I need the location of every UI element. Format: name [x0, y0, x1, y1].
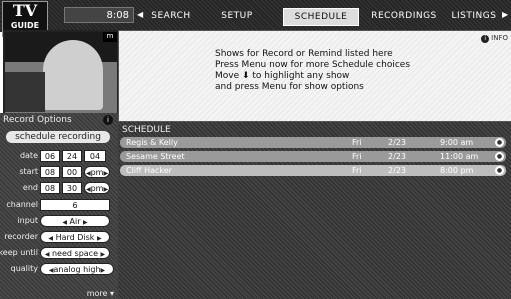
recorder-label: recorder	[4, 232, 38, 241]
show-title: Regis & Kelly	[126, 138, 178, 147]
show-date: 2/23	[388, 166, 406, 175]
show-date: 2/23	[388, 152, 406, 161]
end-row: end 08 30 ◀pm▶	[0, 182, 118, 196]
end-ampm-select[interactable]: ◀pm▶	[84, 182, 110, 194]
show-day: Fri	[352, 166, 362, 175]
record-options-panel: Record Options i schedule recording date…	[0, 113, 118, 299]
quality-label: quality	[10, 264, 38, 273]
tab-search[interactable]: SEARCH	[146, 8, 196, 24]
record-status-icon: ●	[495, 166, 504, 175]
end-label: end	[22, 183, 38, 192]
schedule-panel: SCHEDULE Regis & Kelly Fri 2/23 9:00 am …	[118, 122, 511, 299]
quality-value: analog high	[53, 265, 101, 274]
keep-until-label: keep until	[0, 248, 38, 257]
record-status-icon: ●	[495, 138, 504, 147]
tv-guide-screen: TV GUIDE 8:08 ◀ SEARCH SETUP SCHEDULE RE…	[0, 0, 511, 299]
schedule-row[interactable]: Cliff Hacker Fri 2/23 8:00 pm ●	[120, 165, 506, 176]
end-hour-field[interactable]: 08	[40, 182, 60, 194]
info-line: Press Menu now for more Schedule choices	[215, 60, 411, 70]
end-ampm-value: pm	[90, 184, 104, 193]
chevron-right-icon: ▶	[100, 267, 106, 274]
date-day-field[interactable]: 24	[62, 150, 82, 162]
top-nav-bar: TV GUIDE 8:08 ◀ SEARCH SETUP SCHEDULE RE…	[0, 0, 511, 37]
info-line: Move ⬇ to highlight any show	[215, 71, 350, 81]
start-label: start	[19, 167, 38, 176]
preview-corner-tag: m	[103, 32, 117, 42]
input-label: input	[17, 216, 38, 225]
quality-select[interactable]: ◀analog high▶	[40, 263, 114, 275]
tab-setup[interactable]: SETUP	[212, 8, 262, 24]
input-select[interactable]: ◀ Air ▶	[40, 215, 110, 227]
logo-guide-text: GUIDE	[10, 21, 40, 30]
keep-until-select[interactable]: ◀ need space ▶	[40, 247, 110, 259]
channel-label: channel	[6, 200, 38, 209]
show-title: Cliff Hacker	[126, 166, 172, 175]
recorder-select[interactable]: ◀ Hard Disk ▶	[40, 231, 110, 243]
date-month-field[interactable]: 06	[40, 150, 60, 162]
tab-right-arrow-icon[interactable]: ▶	[502, 10, 508, 19]
start-hour-field[interactable]: 08	[40, 166, 60, 178]
record-options-title: Record Options	[3, 115, 72, 125]
show-date: 2/23	[388, 138, 406, 147]
info-panel: i INFO Shows for Record or Remind listed …	[118, 30, 511, 122]
preview-person-image	[43, 40, 103, 110]
schedule-row[interactable]: Sesame Street Fri 2/23 11:00 am ●	[120, 151, 506, 162]
record-status-icon: ●	[495, 152, 504, 161]
schedule-title: SCHEDULE	[122, 125, 171, 135]
show-time: 9:00 am	[440, 138, 474, 147]
video-preview: m	[3, 30, 119, 115]
channel-row: channel 6	[0, 199, 118, 213]
keep-until-row: keep until ◀ need space ▶	[0, 247, 118, 261]
recorder-value: Hard Disk	[55, 233, 95, 242]
schedule-row[interactable]: Regis & Kelly Fri 2/23 9:00 am ●	[120, 137, 506, 148]
show-time: 11:00 am	[440, 152, 479, 161]
chevron-right-icon: ▶	[100, 251, 106, 258]
show-day: Fri	[352, 138, 362, 147]
chevron-right-icon: ▶	[83, 219, 88, 226]
chevron-left-icon: ◀	[48, 235, 54, 242]
start-ampm-select[interactable]: ◀pm▶	[84, 166, 110, 178]
clock-display: 8:08	[64, 7, 134, 23]
channel-field[interactable]: 6	[40, 199, 110, 211]
record-options-info-icon[interactable]: i	[103, 115, 113, 125]
start-row: start 08 00 ◀pm▶	[0, 166, 118, 180]
chevron-right-icon: ▶	[96, 235, 102, 242]
schedule-recording-button[interactable]: schedule recording	[6, 131, 110, 143]
tab-left-arrow-icon[interactable]: ◀	[137, 10, 143, 19]
more-button[interactable]: more ▾	[87, 289, 114, 298]
info-badge-label: INFO	[491, 34, 508, 42]
date-year-field[interactable]: 04	[84, 150, 106, 162]
info-line: Shows for Record or Remind listed here	[215, 49, 393, 59]
show-title: Sesame Street	[126, 152, 185, 161]
recorder-row: recorder ◀ Hard Disk ▶	[0, 231, 118, 245]
tab-listings[interactable]: LISTINGS	[448, 8, 500, 24]
start-minute-field[interactable]: 00	[62, 166, 82, 178]
start-ampm-value: pm	[90, 168, 104, 177]
chevron-left-icon: ◀	[62, 219, 67, 226]
show-day: Fri	[352, 152, 362, 161]
input-value: Air	[69, 217, 81, 226]
tab-recordings[interactable]: RECORDINGS	[368, 8, 440, 24]
tab-schedule[interactable]: SCHEDULE	[283, 8, 359, 26]
info-line: and press Menu for show options	[215, 82, 364, 92]
chevron-right-icon: ▶	[103, 170, 109, 177]
quality-row: quality ◀analog high▶	[0, 263, 118, 277]
logo-tv-text: TV	[12, 1, 38, 20]
chevron-right-icon: ▶	[103, 186, 109, 193]
chevron-left-icon: ◀	[44, 251, 50, 258]
info-icon: i	[481, 35, 490, 43]
info-instructions: Shows for Record or Remind listed here P…	[215, 49, 505, 93]
keep-until-value: need space	[51, 249, 98, 258]
date-row: date 06 24 04	[0, 150, 118, 164]
info-badge[interactable]: i INFO	[481, 34, 508, 43]
input-row: input ◀ Air ▶	[0, 215, 118, 229]
date-label: date	[19, 151, 38, 160]
show-time: 8:00 pm	[440, 166, 474, 175]
end-minute-field[interactable]: 30	[62, 182, 82, 194]
